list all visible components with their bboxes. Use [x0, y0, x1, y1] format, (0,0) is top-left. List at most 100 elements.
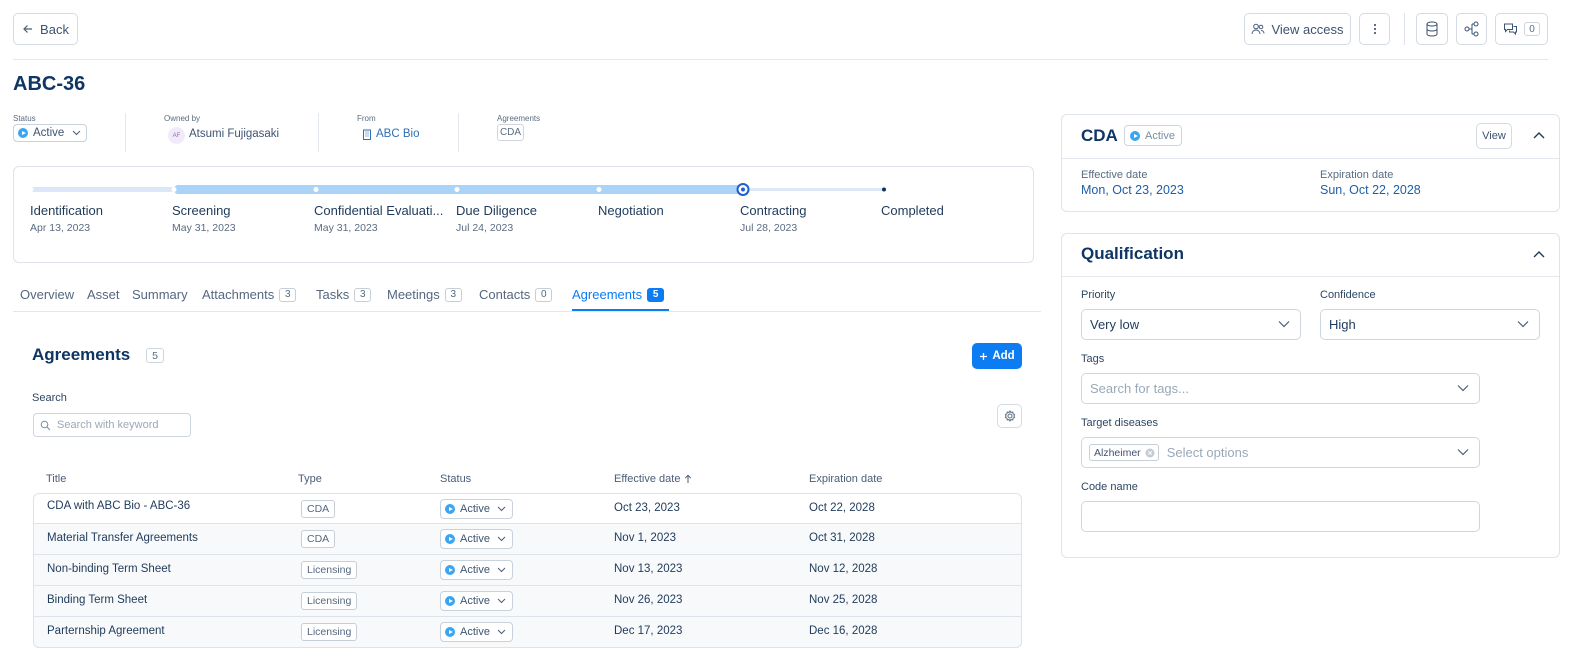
- search-input[interactable]: Search with keyword: [33, 413, 191, 437]
- table-row[interactable]: Material Transfer Agreements CDA Active …: [33, 524, 1022, 555]
- cda-title: CDA: [1081, 126, 1118, 145]
- tags-placeholder: Search for tags...: [1090, 381, 1189, 396]
- users-icon: [1251, 22, 1265, 36]
- tab-meetings[interactable]: Meetings 3: [387, 287, 462, 302]
- code-name-input[interactable]: [1081, 501, 1480, 532]
- comments-button[interactable]: 0: [1495, 13, 1548, 45]
- tab-meetings-label: Meetings: [387, 287, 440, 302]
- priority-select[interactable]: Very low: [1081, 309, 1301, 340]
- back-button[interactable]: Back: [13, 13, 78, 45]
- row-title[interactable]: Binding Term Sheet: [47, 594, 147, 606]
- column-status[interactable]: Status: [440, 473, 471, 485]
- stage-name-confidential: Confidential Evaluati...: [314, 203, 444, 218]
- stage-dot-screening: [171, 187, 177, 192]
- row-status-dropdown[interactable]: Active: [440, 622, 513, 642]
- row-type: Licensing: [301, 561, 358, 579]
- tab-asset[interactable]: Asset: [87, 287, 120, 302]
- row-effective-date: Oct 23, 2023: [614, 502, 680, 514]
- row-title[interactable]: Non-binding Term Sheet: [47, 563, 171, 575]
- tab-overview[interactable]: Overview: [20, 287, 74, 302]
- chevron-down-icon: [497, 629, 506, 635]
- confidence-label: Confidence: [1320, 289, 1376, 301]
- search-placeholder: Search with keyword: [57, 419, 159, 431]
- add-agreement-button[interactable]: Add: [972, 343, 1022, 369]
- row-title[interactable]: CDA with ABC Bio - ABC-36: [47, 500, 190, 512]
- tags-select[interactable]: Search for tags...: [1081, 373, 1480, 404]
- disease-tag: Alzheimer: [1089, 444, 1159, 461]
- stage-date-screening: May 31, 2023: [172, 222, 236, 234]
- agreements-heading: Agreements: [32, 345, 131, 364]
- more-options-button[interactable]: [1359, 13, 1390, 45]
- tab-summary[interactable]: Summary: [132, 287, 188, 302]
- tab-contacts[interactable]: Contacts 0: [479, 287, 553, 302]
- confidence-select[interactable]: High: [1320, 309, 1540, 340]
- row-status-dropdown[interactable]: Active: [440, 499, 513, 519]
- database-button[interactable]: [1416, 13, 1448, 45]
- table-row[interactable]: Non-binding Term Sheet Licensing Active …: [33, 555, 1022, 586]
- cda-effective-label: Effective date: [1081, 169, 1148, 181]
- from-link[interactable]: ABC Bio: [362, 128, 419, 140]
- agreements-label: Agreements: [497, 114, 541, 123]
- row-status-value: Active: [460, 626, 490, 638]
- target-diseases-select[interactable]: Alzheimer Select options: [1081, 437, 1480, 468]
- tags-label: Tags: [1081, 353, 1105, 365]
- table-row[interactable]: CDA with ABC Bio - ABC-36 CDA Active Oct…: [33, 493, 1022, 524]
- status-value: Active: [33, 127, 65, 139]
- row-expiration-date: Dec 16, 2028: [809, 625, 878, 637]
- view-access-button[interactable]: View access: [1244, 13, 1351, 45]
- tab-contacts-count: 0: [535, 287, 553, 302]
- row-effective-date: Dec 17, 2023: [614, 625, 683, 637]
- row-effective-date: Nov 1, 2023: [614, 532, 677, 544]
- sort-ascending-icon: [684, 474, 692, 484]
- tab-agreements[interactable]: Agreements 5: [572, 287, 665, 302]
- column-effective-date[interactable]: Effective date: [614, 473, 692, 485]
- gear-icon: [1004, 410, 1016, 422]
- column-type[interactable]: Type: [298, 473, 322, 485]
- stage-name-due-diligence: Due Diligence: [456, 203, 537, 218]
- arrow-left-icon: [22, 23, 34, 35]
- cda-view-label: View: [1482, 130, 1506, 142]
- row-title[interactable]: Material Transfer Agreements: [47, 532, 198, 544]
- hierarchy-button[interactable]: [1456, 13, 1487, 45]
- active-status-icon: [445, 596, 455, 606]
- chevron-down-icon: [1457, 384, 1469, 392]
- column-expiration-date[interactable]: Expiration date: [809, 473, 882, 485]
- cda-status-badge: Active: [1124, 125, 1182, 146]
- owner-name: Atsumi Fujigasaki: [189, 128, 280, 140]
- tab-attachments[interactable]: Attachments 3: [202, 287, 297, 302]
- chevron-down-icon: [72, 130, 81, 136]
- row-status-dropdown[interactable]: Active: [440, 529, 513, 549]
- table-row[interactable]: Parternship Agreement Licensing Active D…: [33, 617, 1022, 648]
- priority-label: Priority: [1081, 289, 1116, 301]
- cda-view-button[interactable]: View: [1476, 123, 1512, 149]
- remove-tag-icon[interactable]: [1145, 448, 1155, 458]
- agreements-badge: CDA: [497, 124, 524, 141]
- confidence-value: High: [1329, 317, 1356, 332]
- qualification-collapse-button[interactable]: [1533, 250, 1545, 258]
- plus-icon: [979, 352, 988, 361]
- row-title[interactable]: Parternship Agreement: [47, 625, 165, 637]
- table-row[interactable]: Binding Term Sheet Licensing Active Nov …: [33, 586, 1022, 617]
- stage-date-identification: Apr 13, 2023: [30, 222, 91, 234]
- tab-overview-label: Overview: [20, 287, 75, 302]
- row-status-dropdown[interactable]: Active: [440, 591, 513, 611]
- row-status-value: Active: [460, 595, 490, 607]
- row-status-value: Active: [460, 564, 490, 576]
- tab-attachments-count: 3: [279, 287, 297, 302]
- chevron-down-icon: [497, 536, 506, 542]
- stage-name-identification: Identification: [30, 203, 103, 218]
- row-status-dropdown[interactable]: Active: [440, 560, 513, 580]
- owner-initials: AF: [172, 132, 181, 139]
- owned-by-label: Owned by: [164, 114, 201, 123]
- cda-collapse-button[interactable]: [1533, 131, 1545, 139]
- column-title[interactable]: Title: [46, 473, 66, 485]
- status-dropdown[interactable]: Active: [13, 124, 87, 142]
- row-type: Licensing: [301, 623, 358, 641]
- tab-tasks[interactable]: Tasks 3: [316, 287, 372, 302]
- cda-expiration-value: Sun, Oct 22, 2028: [1320, 183, 1421, 197]
- pipeline-track-early: [31, 187, 174, 192]
- row-expiration-date: Nov 25, 2028: [809, 594, 878, 606]
- active-status-icon: [445, 534, 455, 544]
- table-settings-button[interactable]: [997, 404, 1022, 428]
- cda-divider: [1062, 158, 1559, 159]
